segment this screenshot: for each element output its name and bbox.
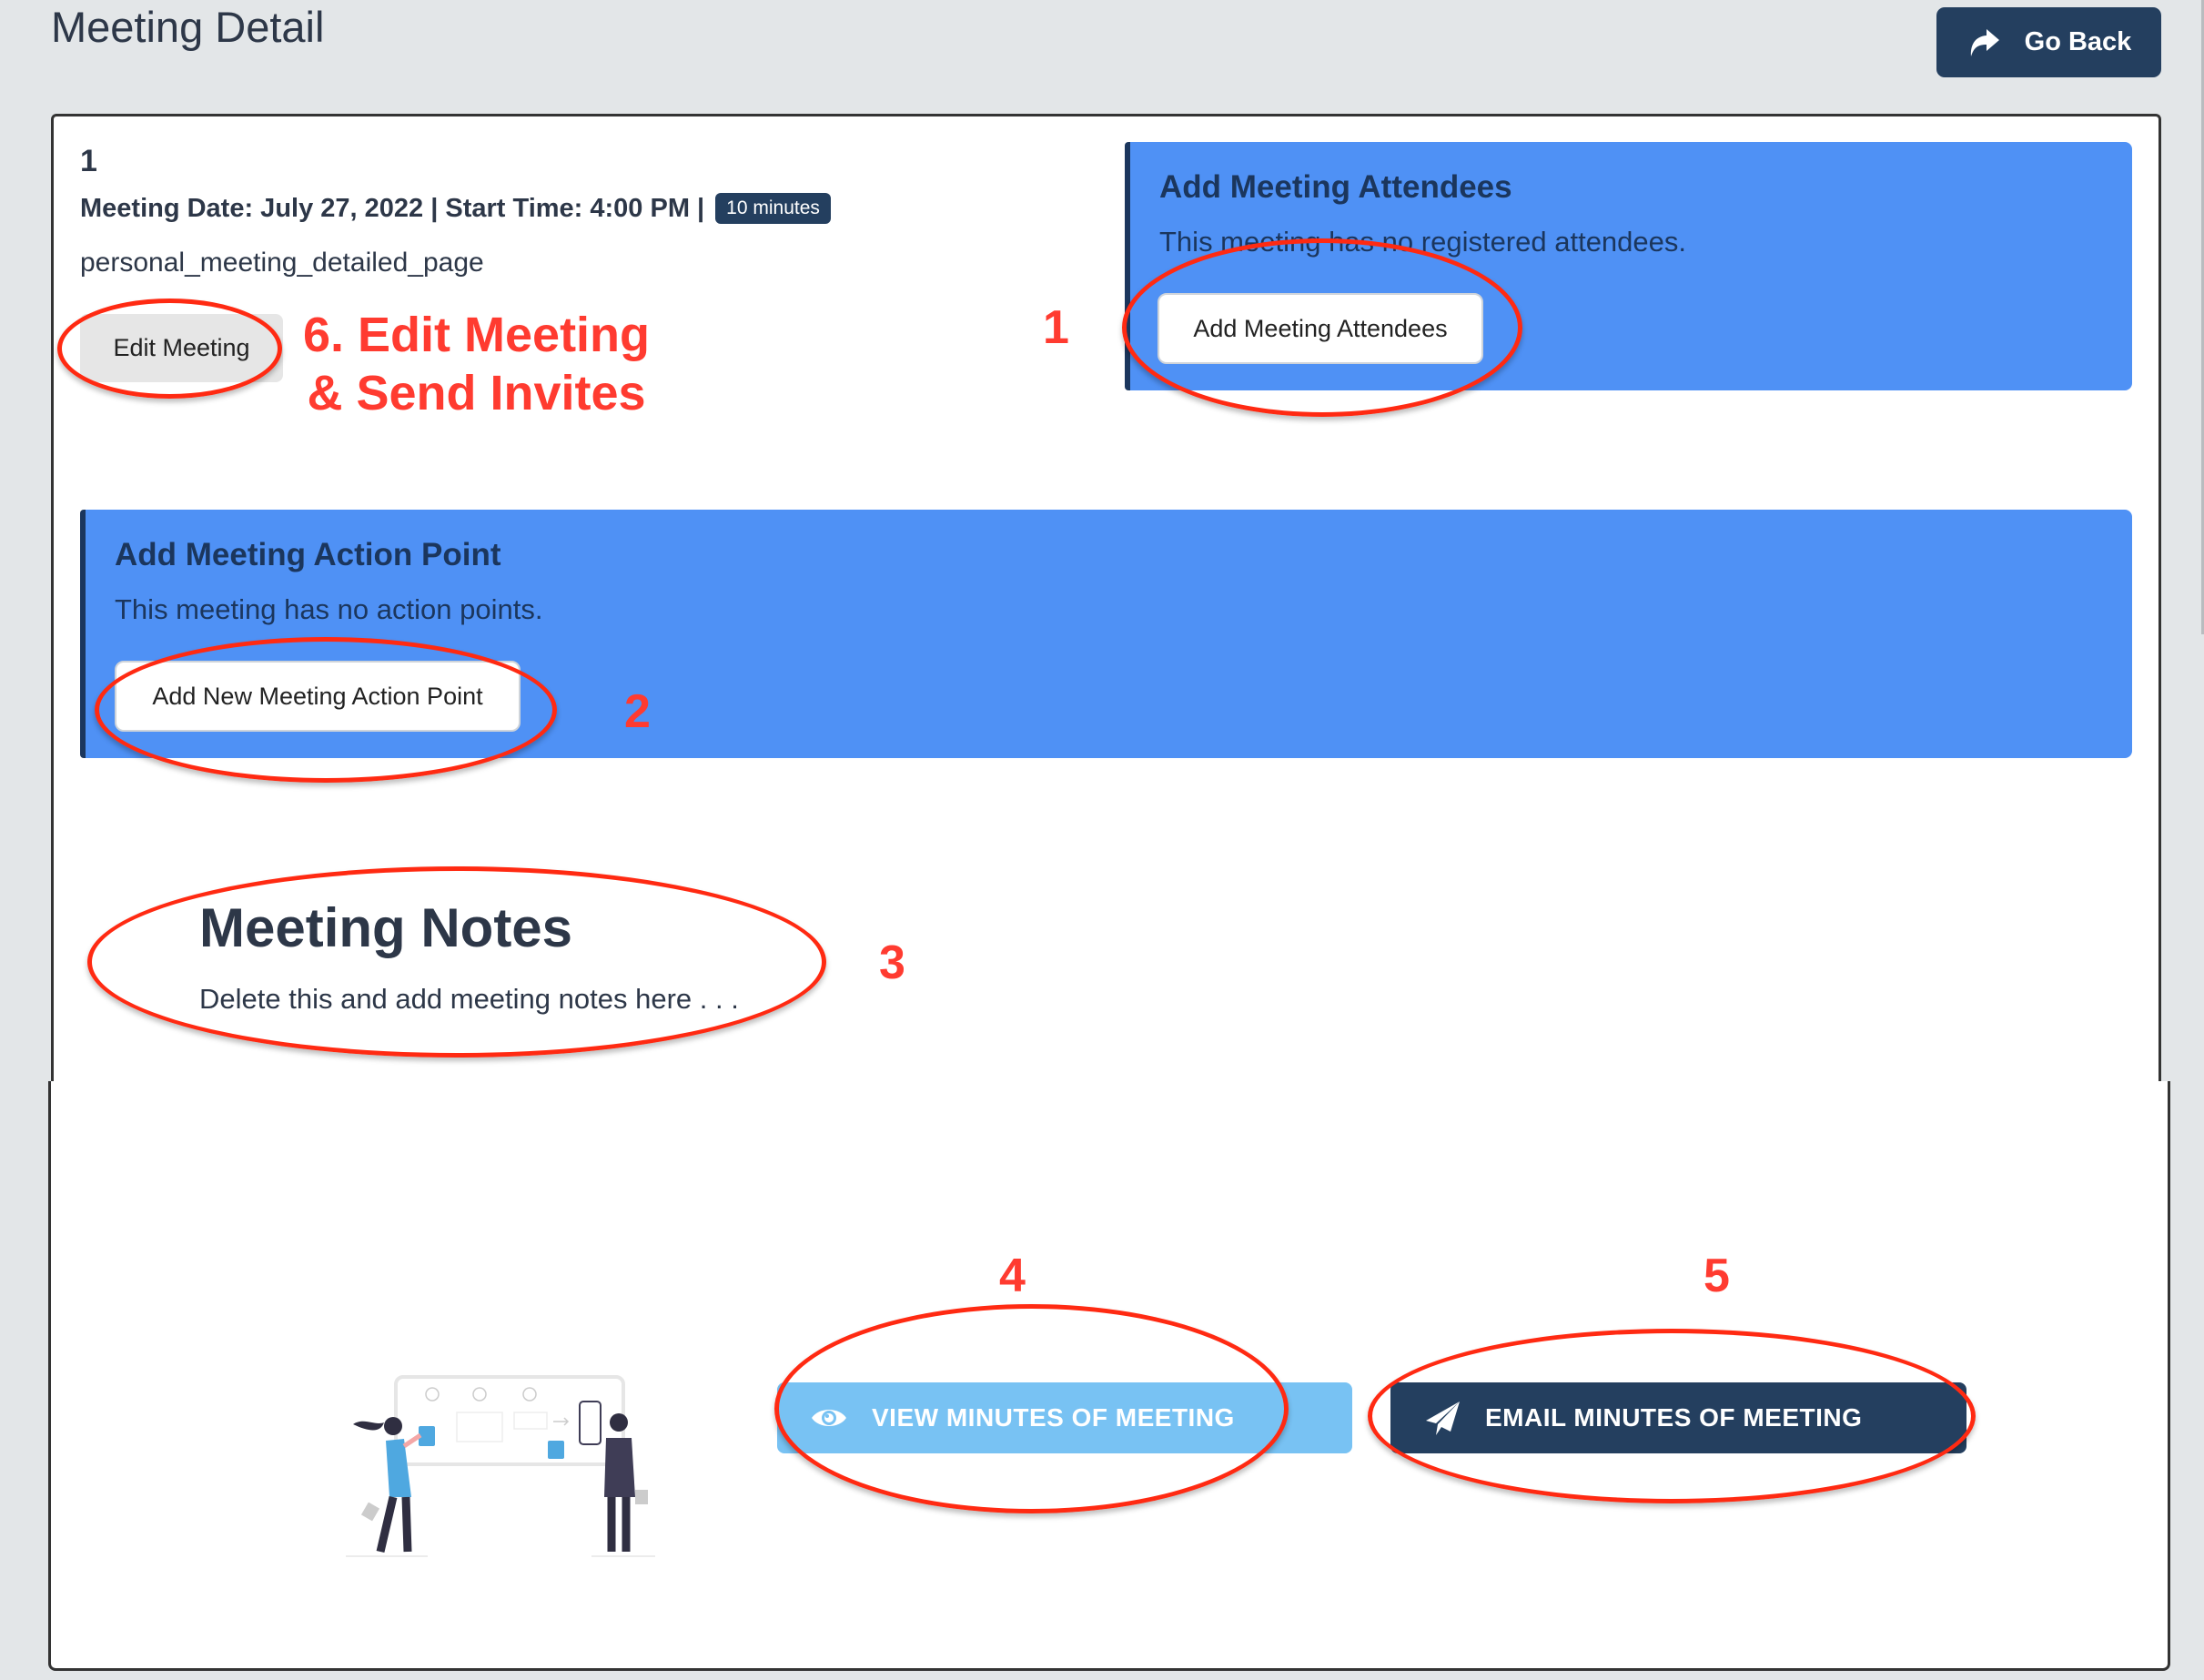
phone-shape (579, 1401, 602, 1445)
meeting-notes-text[interactable]: Delete this and add meeting notes here .… (199, 983, 739, 1016)
envelope-shape (513, 1412, 548, 1430)
add-attendees-button[interactable]: Add Meeting Attendees (1158, 293, 1483, 364)
duration-badge: 10 minutes (715, 193, 831, 224)
attendees-panel: Add Meeting Attendees This meeting has n… (1125, 142, 2132, 390)
step-1-circle (425, 1387, 440, 1402)
email-minutes-label: EMAIL MINUTES OF MEETING (1485, 1403, 1863, 1432)
go-back-label: Go Back (2024, 27, 2132, 56)
woman-hair (353, 1421, 384, 1431)
woman-head (384, 1417, 402, 1435)
meeting-date-time: Meeting Date: July 27, 2022 | Start Time… (80, 193, 831, 224)
woman-arm (402, 1432, 422, 1449)
annotation-5: 5 (1704, 1250, 1730, 1302)
annotation-4: 4 (999, 1250, 1026, 1302)
meeting-notes-title: Meeting Notes (199, 897, 573, 958)
annotation-1: 1 (1043, 301, 1069, 354)
annotation-3: 3 (879, 936, 905, 989)
woman-body (386, 1439, 411, 1497)
meeting-illustration (346, 1375, 655, 1557)
man-folder (635, 1490, 648, 1504)
note-card (419, 1426, 435, 1446)
go-back-button[interactable]: Go Back (1936, 7, 2161, 77)
view-minutes-label: VIEW MINUTES OF MEETING (872, 1403, 1235, 1432)
edit-meeting-button[interactable]: Edit Meeting (80, 314, 283, 382)
meeting-info-text: Meeting Date: July 27, 2022 | Start Time… (80, 193, 705, 223)
attendees-panel-title: Add Meeting Attendees (1159, 169, 1512, 205)
man-head (610, 1413, 628, 1432)
doc-shape (456, 1412, 503, 1442)
woman-legs (376, 1495, 412, 1553)
page-title: Meeting Detail (51, 3, 325, 51)
step-2-circle (472, 1387, 487, 1402)
email-minutes-button[interactable]: EMAIL MINUTES OF MEETING (1390, 1382, 1966, 1453)
man-legs (607, 1497, 631, 1552)
annotation-2: 2 (624, 685, 651, 738)
annotation-edit-meeting: 6. Edit Meeting & Send Invites (303, 306, 650, 422)
arrow-shape (553, 1417, 570, 1426)
annotation-6-line2: & Send Invites (307, 366, 646, 420)
note-card (548, 1441, 564, 1459)
annotation-6-line1: 6. Edit Meeting (303, 308, 651, 362)
action-points-panel-title: Add Meeting Action Point (115, 537, 501, 572)
share-arrow-icon (1970, 28, 1999, 56)
action-points-panel: Add Meeting Action Point This meeting ha… (80, 510, 2132, 758)
view-minutes-button[interactable]: VIEW MINUTES OF MEETING (777, 1382, 1352, 1453)
action-points-empty-message: This meeting has no action points. (115, 593, 543, 625)
man-body (604, 1438, 635, 1497)
woman-folder (360, 1502, 380, 1522)
eye-icon (812, 1410, 846, 1426)
paper-plane-icon (1426, 1402, 1460, 1435)
attendees-empty-message: This meeting has no registered attendees… (1159, 226, 1687, 258)
meeting-name: personal_meeting_detailed_page (80, 248, 484, 278)
meeting-number: 1 (80, 144, 97, 178)
add-action-point-button[interactable]: Add New Meeting Action Point (115, 661, 521, 732)
step-3-circle (522, 1387, 537, 1402)
